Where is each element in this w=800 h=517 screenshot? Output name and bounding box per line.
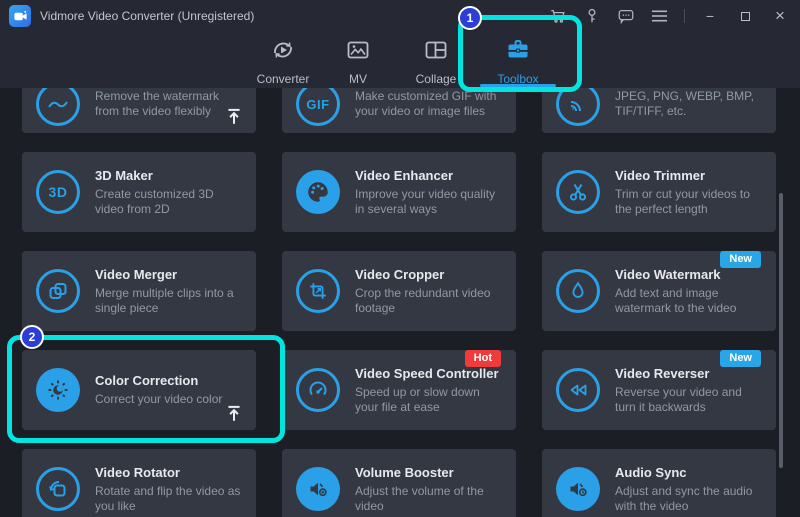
card-desc: Improve your video quality in several wa… (355, 187, 504, 217)
3d-maker-icon: 3D (36, 170, 80, 214)
merge-icon (36, 269, 80, 313)
card-desc: Speed up or slow down your file at ease (355, 385, 504, 415)
speedometer-icon (296, 368, 340, 412)
tab-label: MV (318, 72, 398, 86)
header-bar: Vidmore Video Converter (Unregistered) −… (0, 0, 800, 88)
toolbox-panel: Remove the watermark from the video flex… (0, 88, 800, 517)
card-desc: Merge multiple clips into a single piece (95, 286, 244, 316)
speaker-clock-icon (556, 467, 600, 511)
image-converter-icon (556, 88, 600, 126)
feedback-icon[interactable] (616, 7, 635, 26)
card-title: Video Reverser (615, 366, 764, 381)
card-desc: Adjust and sync the audio with the video (615, 484, 764, 514)
card-audio-sync[interactable]: Audio Sync Adjust and sync the audio wit… (542, 449, 776, 517)
card-desc: Add text and image watermark to the vide… (615, 286, 764, 316)
tab-label: Collage (396, 72, 476, 86)
card-video-merger[interactable]: Video Merger Merge multiple clips into a… (22, 251, 256, 331)
card-desc: Reverse your video and turn it backwards (615, 385, 764, 415)
palette-icon (296, 170, 340, 214)
card-color-correction[interactable]: Color Correction Correct your video colo… (22, 350, 256, 430)
card-title: Video Speed Controller (355, 366, 504, 381)
card-title: Color Correction (95, 373, 222, 388)
card-desc: Correct your video color (95, 392, 222, 407)
card-video-cropper[interactable]: Video Cropper Crop the redundant video f… (282, 251, 516, 331)
key-icon[interactable] (582, 7, 601, 26)
card-video-enhancer[interactable]: Video Enhancer Improve your video qualit… (282, 152, 516, 232)
card-title: Video Watermark (615, 267, 764, 282)
cart-icon[interactable] (548, 7, 567, 26)
sun-icon (36, 368, 80, 412)
card-title: Video Merger (95, 267, 244, 282)
card-video-trimmer[interactable]: Video Trimmer Trim or cut your videos to… (542, 152, 776, 232)
card-desc: Make customized GIF with your video or i… (355, 89, 504, 119)
scissors-icon (556, 170, 600, 214)
card-video-reverser[interactable]: New Video Reverser Reverse your video an… (542, 350, 776, 430)
new-badge: New (720, 350, 761, 367)
gif-maker-icon: GIF (296, 88, 340, 126)
card-gif-maker[interactable]: GIF Make customized GIF with your video … (282, 88, 516, 133)
rewind-icon (556, 368, 600, 412)
card-video-speed-controller[interactable]: Hot Video Speed Controller Speed up or s… (282, 350, 516, 430)
title-bar: Vidmore Video Converter (Unregistered) −… (0, 0, 800, 32)
tab-toolbox[interactable]: Toolbox (478, 36, 558, 86)
card-title: Video Trimmer (615, 168, 764, 183)
converter-icon (269, 36, 297, 64)
card-volume-booster[interactable]: Volume Booster Adjust the volume of the … (282, 449, 516, 517)
top-arrow-icon[interactable] (224, 106, 244, 126)
tab-collage[interactable]: Collage (396, 36, 476, 86)
card-desc: Remove the watermark from the video flex… (95, 89, 244, 119)
card-desc: Create customized 3D video from 2D (95, 187, 244, 217)
card-title: Volume Booster (355, 465, 504, 480)
toolbox-icon (504, 36, 532, 64)
hot-badge: Hot (465, 350, 501, 367)
card-title: Video Cropper (355, 267, 504, 282)
card-video-rotator[interactable]: Video Rotator Rotate and flip the video … (22, 449, 256, 517)
tab-label: Converter (243, 72, 323, 86)
card-3d-maker[interactable]: 3D 3D Maker Create customized 3D video f… (22, 152, 256, 232)
speaker-plus-icon (296, 467, 340, 511)
minimize-button[interactable]: − (700, 6, 720, 26)
scrollbar-thumb[interactable] (779, 193, 783, 468)
card-video-watermark[interactable]: New Video Watermark Add text and image w… (542, 251, 776, 331)
card-desc: Trim or cut your videos to the perfect l… (615, 187, 764, 217)
app-logo-icon (9, 5, 31, 27)
card-watermark-remover[interactable]: Remove the watermark from the video flex… (22, 88, 256, 133)
card-desc: JPEG, PNG, WEBP, BMP, TIF/TIFF, etc. (615, 89, 764, 119)
card-desc: Crop the redundant video footage (355, 286, 504, 316)
rotate-icon (36, 467, 80, 511)
tab-converter[interactable]: Converter (243, 36, 323, 86)
titlebar-divider (684, 9, 685, 23)
card-title: Video Rotator (95, 465, 244, 480)
tool-grid: Remove the watermark from the video flex… (22, 88, 776, 517)
card-desc: Rotate and flip the video as you like (95, 484, 244, 514)
card-title: 3D Maker (95, 168, 244, 183)
collage-icon (422, 36, 450, 64)
crop-icon (296, 269, 340, 313)
app-window: Vidmore Video Converter (Unregistered) −… (0, 0, 800, 517)
window-title: Vidmore Video Converter (Unregistered) (40, 0, 254, 32)
active-tab-underline (480, 84, 556, 87)
menu-icon[interactable] (650, 7, 669, 26)
new-badge: New (720, 251, 761, 268)
watermark-remover-icon (36, 88, 80, 126)
card-image-converter[interactable]: JPEG, PNG, WEBP, BMP, TIF/TIFF, etc. (542, 88, 776, 133)
card-title: Video Enhancer (355, 168, 504, 183)
close-button[interactable]: × (770, 6, 790, 26)
maximize-button[interactable] (735, 6, 755, 26)
tab-mv[interactable]: MV (318, 36, 398, 86)
card-title: Audio Sync (615, 465, 764, 480)
card-desc: Adjust the volume of the video (355, 484, 504, 514)
top-arrow-icon[interactable] (224, 403, 244, 423)
water-drop-icon (556, 269, 600, 313)
mv-icon (344, 36, 372, 64)
